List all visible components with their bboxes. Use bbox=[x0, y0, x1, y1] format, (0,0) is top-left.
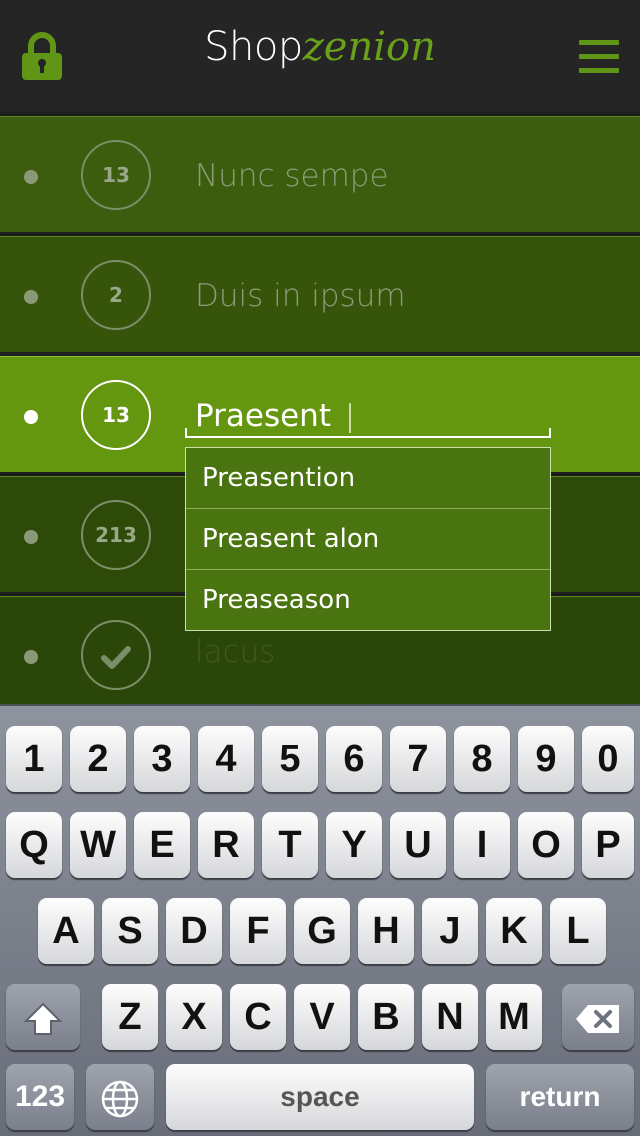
hamburger-menu-icon[interactable] bbox=[579, 40, 619, 73]
checkmark-icon[interactable] bbox=[81, 620, 151, 690]
key-h[interactable]: H bbox=[358, 898, 414, 964]
count-badge: 13 bbox=[81, 140, 151, 210]
suggestion-item[interactable]: Preasention bbox=[186, 448, 550, 509]
key-1[interactable]: 1 bbox=[6, 726, 62, 792]
key-8[interactable]: 8 bbox=[454, 726, 510, 792]
key-b[interactable]: B bbox=[358, 984, 414, 1050]
key-g[interactable]: G bbox=[294, 898, 350, 964]
key-s[interactable]: S bbox=[102, 898, 158, 964]
key-6[interactable]: 6 bbox=[326, 726, 382, 792]
key-u[interactable]: U bbox=[390, 812, 446, 878]
row-title-input[interactable]: Praesent bbox=[185, 396, 551, 438]
key-2[interactable]: 2 bbox=[70, 726, 126, 792]
key-i[interactable]: I bbox=[454, 812, 510, 878]
list-row[interactable]: 2 Duis in ipsum bbox=[0, 234, 640, 352]
key-4[interactable]: 4 bbox=[198, 726, 254, 792]
key-t[interactable]: T bbox=[262, 812, 318, 878]
bullet-dot-icon bbox=[24, 530, 38, 544]
row-title: Nunc sempe bbox=[195, 158, 389, 194]
key-0[interactable]: 0 bbox=[582, 726, 634, 792]
key-m[interactable]: M bbox=[486, 984, 542, 1050]
backspace-key[interactable] bbox=[562, 984, 634, 1050]
key-o[interactable]: O bbox=[518, 812, 574, 878]
bullet-dot-icon bbox=[24, 410, 38, 424]
onscreen-keyboard: 1 2 3 4 5 6 7 8 9 0 Q W E R T Y U I O P … bbox=[0, 704, 640, 1136]
bullet-dot-icon bbox=[24, 170, 38, 184]
count-badge: 213 bbox=[81, 500, 151, 570]
key-j[interactable]: J bbox=[422, 898, 478, 964]
app-logo: Shopzenion bbox=[0, 22, 640, 72]
key-w[interactable]: W bbox=[70, 812, 126, 878]
key-l[interactable]: L bbox=[550, 898, 606, 964]
numbers-key[interactable]: 123 bbox=[6, 1064, 74, 1130]
key-7[interactable]: 7 bbox=[390, 726, 446, 792]
key-y[interactable]: Y bbox=[326, 812, 382, 878]
list-row[interactable]: 13 Nunc sempe bbox=[0, 114, 640, 232]
bullet-dot-icon bbox=[24, 290, 38, 304]
key-f[interactable]: F bbox=[230, 898, 286, 964]
key-p[interactable]: P bbox=[582, 812, 634, 878]
count-badge: 2 bbox=[81, 260, 151, 330]
suggestion-item[interactable]: Preaseason bbox=[186, 570, 550, 630]
globe-key[interactable] bbox=[86, 1064, 154, 1130]
key-z[interactable]: Z bbox=[102, 984, 158, 1050]
backspace-icon bbox=[576, 1004, 619, 1033]
bullet-dot-icon bbox=[24, 650, 38, 664]
key-9[interactable]: 9 bbox=[518, 726, 574, 792]
key-a[interactable]: A bbox=[38, 898, 94, 964]
key-e[interactable]: E bbox=[134, 812, 190, 878]
row-title: lacus bbox=[195, 634, 276, 670]
app-header: Shopzenion bbox=[0, 0, 640, 112]
key-q[interactable]: Q bbox=[6, 812, 62, 878]
key-v[interactable]: V bbox=[294, 984, 350, 1050]
key-d[interactable]: D bbox=[166, 898, 222, 964]
key-r[interactable]: R bbox=[198, 812, 254, 878]
key-k[interactable]: K bbox=[486, 898, 542, 964]
return-key[interactable]: return bbox=[486, 1064, 634, 1130]
autocomplete-dropdown: Preasention Preasent alon Preaseason bbox=[185, 447, 551, 631]
shift-arrow-icon bbox=[23, 1002, 63, 1035]
key-n[interactable]: N bbox=[422, 984, 478, 1050]
key-x[interactable]: X bbox=[166, 984, 222, 1050]
space-key[interactable]: space bbox=[166, 1064, 474, 1130]
suggestion-item[interactable]: Preasent alon bbox=[186, 509, 550, 570]
count-badge: 13 bbox=[81, 380, 151, 450]
row-title: Duis in ipsum bbox=[195, 278, 406, 314]
shift-key[interactable] bbox=[6, 984, 80, 1050]
globe-icon bbox=[101, 1080, 139, 1118]
key-5[interactable]: 5 bbox=[262, 726, 318, 792]
logo-shop-text: Shop bbox=[204, 24, 303, 70]
logo-zen-text: zenion bbox=[302, 24, 436, 70]
key-c[interactable]: C bbox=[230, 984, 286, 1050]
key-3[interactable]: 3 bbox=[134, 726, 190, 792]
row-title-input-value: Praesent bbox=[195, 398, 331, 434]
